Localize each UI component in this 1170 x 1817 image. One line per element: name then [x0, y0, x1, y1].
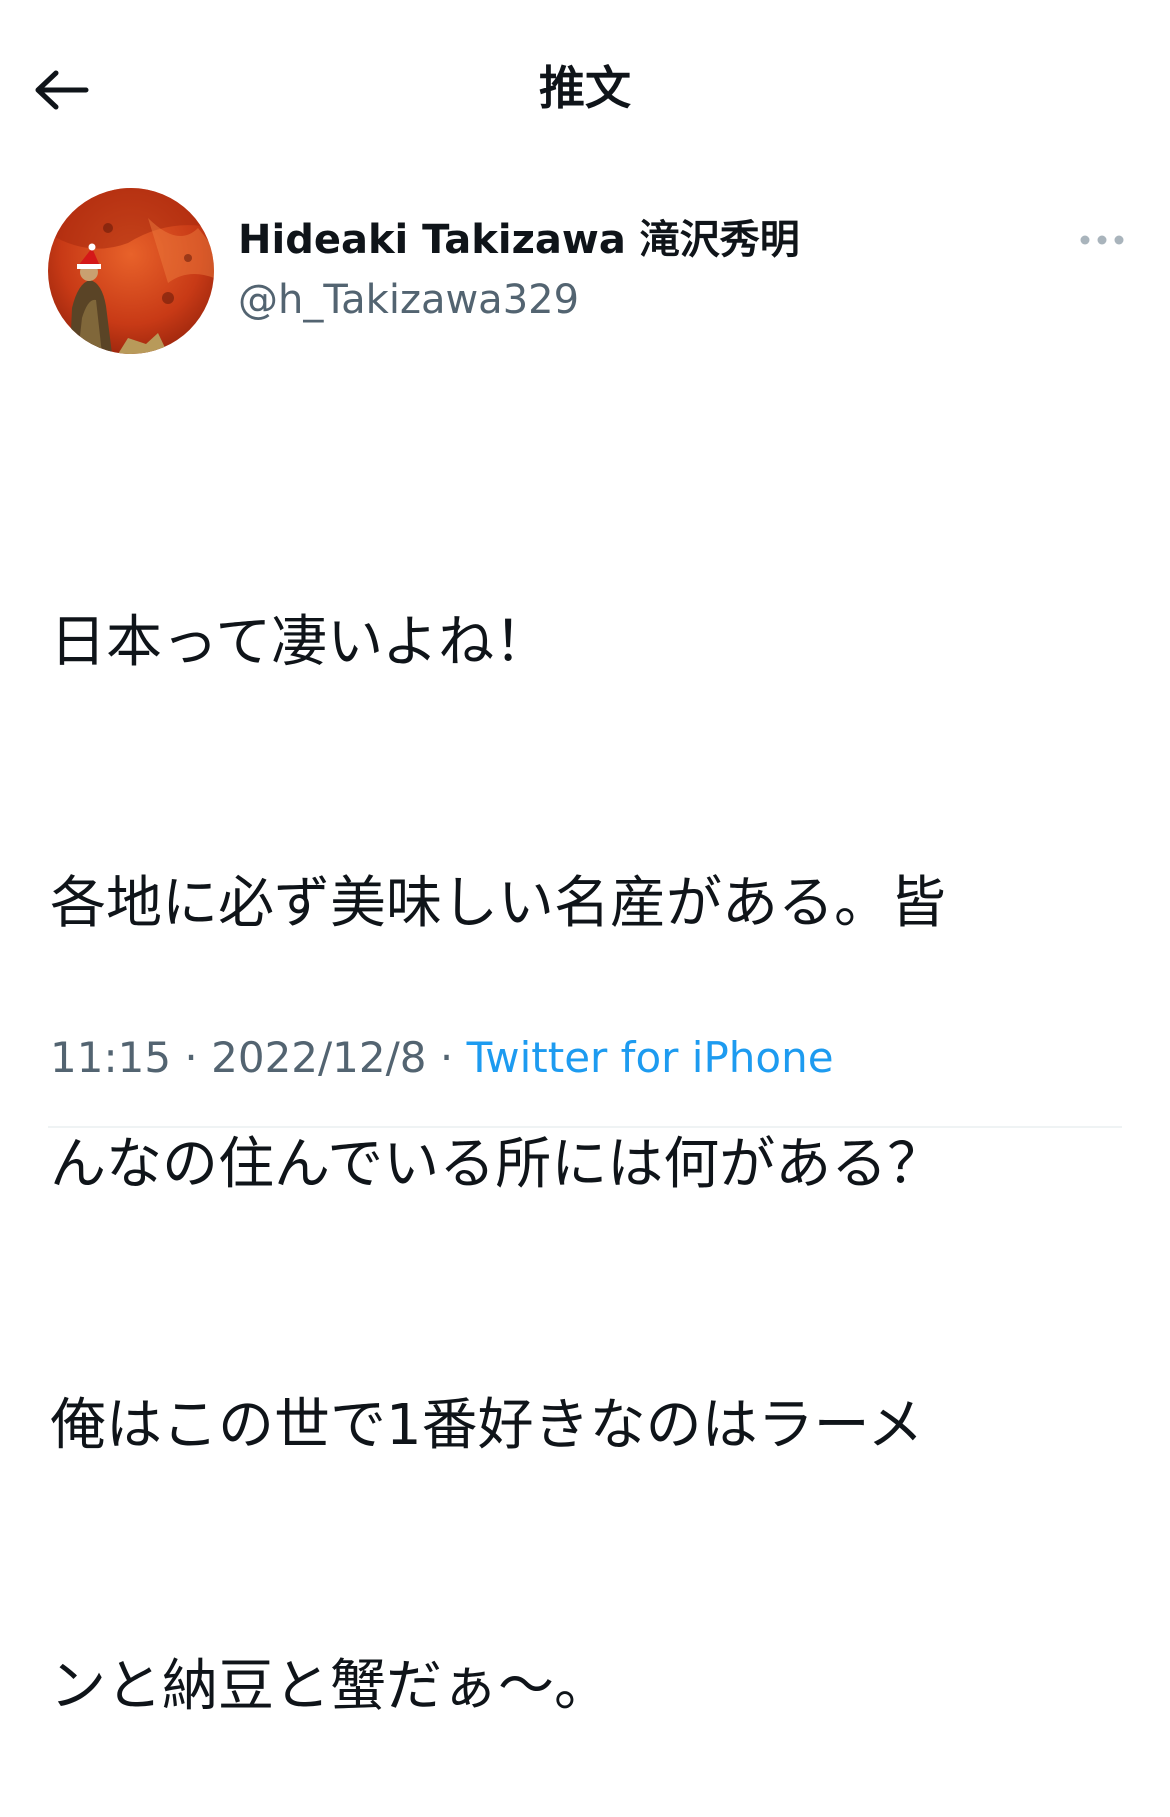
- meta-separator: ·: [184, 1033, 198, 1082]
- author-display-name[interactable]: Hideaki Takizawa 滝沢秀明: [238, 214, 800, 266]
- avatar-image: [48, 188, 214, 354]
- tweet-time: 11:15: [50, 1033, 172, 1082]
- tweet-text: 日本って凄いよね！ 各地に必ず美味しい名産がある。皆 んなの住んでいる所には何が…: [50, 425, 1120, 1817]
- tweet-text-line: 俺はこの世で1番好きなのはラーメ: [50, 1393, 924, 1458]
- tweet-text-line: 日本って凄いよね！: [50, 610, 551, 675]
- tweet-author: Hideaki Takizawa 滝沢秀明 @h_Takizawa329: [48, 188, 1128, 358]
- tweet-text-line: 各地に必ず美味しい名産がある。皆: [50, 871, 946, 936]
- tweet-text-line: んなの住んでいる所には何がある？: [50, 1132, 944, 1197]
- tweet-text-line: ンと納豆と蟹だぁ〜。: [50, 1654, 610, 1719]
- tweet-date: 2022/12/8: [211, 1033, 427, 1082]
- avatar[interactable]: [48, 188, 214, 354]
- page-title: 推文: [539, 61, 631, 115]
- more-horizontal-icon: [1080, 235, 1124, 245]
- divider: [48, 1126, 1122, 1128]
- tweet-source-link[interactable]: Twitter for iPhone: [467, 1033, 834, 1082]
- tweet-metadata: 11:15 · 2022/12/8 · Twitter for iPhone: [50, 1030, 834, 1086]
- author-handle[interactable]: @h_Takizawa329: [238, 274, 579, 326]
- top-bar: 推文: [0, 0, 1170, 180]
- meta-separator: ·: [439, 1033, 454, 1082]
- more-options-button[interactable]: [1076, 224, 1128, 256]
